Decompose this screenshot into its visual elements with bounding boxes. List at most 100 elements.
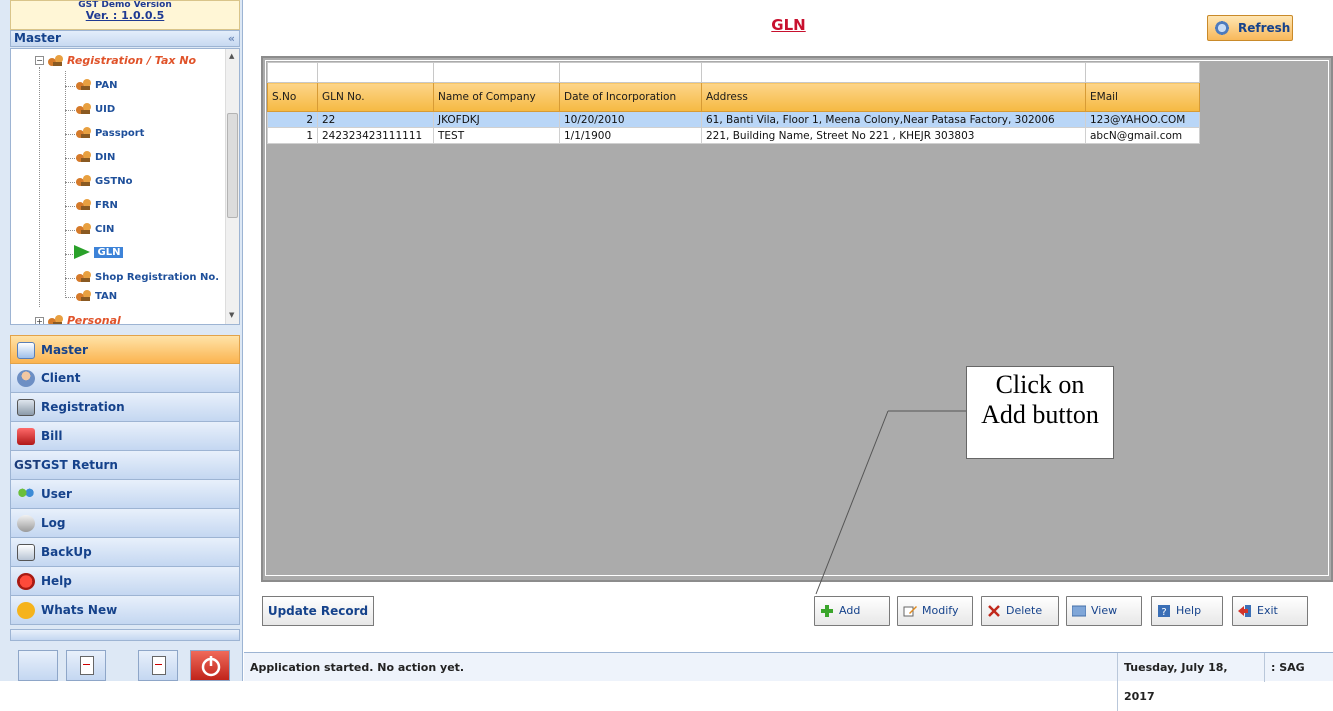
add-label: Add: [839, 604, 861, 617]
callout-line-1: Click on: [995, 370, 1085, 399]
log-icon: [17, 515, 35, 532]
tree-item-frn[interactable]: FRN: [75, 196, 118, 216]
filter-row: [267, 62, 1278, 83]
refresh-icon: [1214, 20, 1230, 36]
column-header[interactable]: Date of Incorporation: [559, 82, 702, 112]
table-row[interactable]: 1 242323423111111 TEST 1/1/1900 221, Bui…: [267, 127, 1278, 144]
filter-cell[interactable]: [559, 62, 702, 83]
blank-quick-button[interactable]: [18, 650, 58, 681]
scroll-up-icon[interactable]: ▲: [229, 52, 234, 60]
registration-icon: [17, 399, 35, 416]
document-quick-button-2[interactable]: [138, 650, 178, 681]
master-panel-header: Master «: [10, 30, 240, 47]
tree-item-pan[interactable]: PAN: [75, 76, 118, 96]
document-quick-button[interactable]: [66, 650, 106, 681]
tree-root-personal[interactable]: Personal: [47, 311, 121, 324]
document-icon: [80, 656, 94, 675]
exit-button[interactable]: Exit: [1232, 596, 1308, 626]
row-spacer: [1199, 127, 1278, 144]
tree-item-shop-registration[interactable]: Shop Registration No.: [75, 268, 219, 288]
tree-item-din[interactable]: DIN: [75, 148, 115, 168]
filter-cell[interactable]: [701, 62, 1086, 83]
help-icon: [17, 573, 35, 590]
column-header[interactable]: Address: [701, 82, 1086, 112]
tree-item-cin[interactable]: CIN: [75, 220, 114, 240]
tree-item-label: FRN: [95, 200, 118, 211]
pencil-icon: [903, 606, 917, 617]
refresh-label: Refresh: [1238, 21, 1291, 35]
data-grid: S.No GLN No. Name of Company Date of Inc…: [265, 60, 1329, 576]
tree-item-gstno[interactable]: GSTNo: [75, 172, 132, 192]
tree-item-label: CIN: [95, 224, 115, 235]
nav-client[interactable]: Client: [10, 364, 240, 393]
bill-icon: [17, 428, 35, 445]
nav-registration[interactable]: Registration: [10, 393, 240, 422]
module-nav: Master Client Registration Bill GST GST …: [10, 335, 240, 625]
tree-item-label: Shop Registration No.: [95, 272, 220, 283]
nav-gst-return[interactable]: GST GST Return: [10, 451, 240, 480]
power-button[interactable]: [190, 650, 230, 681]
column-header[interactable]: GLN No.: [317, 82, 434, 112]
refresh-button[interactable]: Refresh: [1207, 15, 1293, 41]
filter-cell[interactable]: [267, 62, 318, 83]
tree-item-tan[interactable]: TAN: [75, 287, 117, 307]
column-header[interactable]: S.No: [267, 82, 318, 112]
filter-cell[interactable]: [433, 62, 560, 83]
key-icon: [75, 78, 93, 92]
tree-root-registration[interactable]: Registration / Tax No: [47, 51, 196, 71]
nav-overflow-bar[interactable]: [10, 629, 240, 641]
exit-label: Exit: [1257, 604, 1278, 617]
help-icon: ?: [1158, 605, 1170, 617]
table-row[interactable]: 2 22 JKOFDKJ 10/20/2010 61, Banti Vila, …: [267, 111, 1278, 128]
key-icon: [47, 314, 65, 324]
nav-master[interactable]: Master: [10, 335, 240, 364]
svg-text:?: ?: [1161, 607, 1166, 617]
nav-whats-new[interactable]: Whats New: [10, 596, 240, 625]
nav-label: Client: [41, 371, 81, 385]
tree-expand-toggle[interactable]: +: [35, 317, 44, 324]
update-record-button[interactable]: Update Record: [262, 596, 374, 626]
key-icon: [75, 222, 93, 236]
key-icon: [75, 198, 93, 212]
master-icon: [17, 342, 35, 359]
annotation-callout: Click on Add button: [966, 366, 1114, 459]
key-icon: [75, 102, 93, 116]
tree-item-gln[interactable]: GLN: [73, 243, 124, 263]
view-button[interactable]: View: [1066, 596, 1142, 626]
left-panel: GST Demo Version Ver. : 1.0.0.5 Master «…: [0, 0, 243, 681]
tree-item-label: DIN: [95, 152, 116, 163]
user-icon: [17, 486, 35, 503]
tree-item-label: PAN: [95, 80, 118, 91]
filter-cell[interactable]: [1085, 62, 1200, 83]
filter-cell[interactable]: [317, 62, 434, 83]
modify-button[interactable]: Modify: [897, 596, 973, 626]
exit-icon: [1238, 605, 1251, 617]
collapse-icon[interactable]: «: [228, 31, 235, 46]
nav-user[interactable]: User: [10, 480, 240, 509]
tree-item-label: Passport: [95, 128, 145, 139]
tree-item-uid[interactable]: UID: [75, 100, 115, 120]
nav-bill[interactable]: Bill: [10, 422, 240, 451]
header-row: S.No GLN No. Name of Company Date of Inc…: [267, 82, 1278, 112]
scroll-down-icon[interactable]: ▼: [229, 311, 234, 319]
nav-label: Bill: [41, 429, 63, 443]
add-button[interactable]: Add: [814, 596, 890, 626]
version-banner: GST Demo Version: [78, 1, 172, 9]
nav-backup[interactable]: BackUp: [10, 538, 240, 567]
column-header[interactable]: Name of Company: [433, 82, 560, 112]
tree-collapse-toggle[interactable]: −: [35, 56, 44, 65]
nav-help[interactable]: Help: [10, 567, 240, 596]
page-title: GLN: [771, 16, 806, 34]
help-button[interactable]: ? Help: [1151, 596, 1223, 626]
scroll-thumb[interactable]: [227, 113, 238, 218]
main-area: GLN Refresh S.No GLN No. Name of Company…: [244, 0, 1333, 648]
nav-log[interactable]: Log: [10, 509, 240, 538]
column-header[interactable]: EMail: [1085, 82, 1200, 112]
gln-table: S.No GLN No. Name of Company Date of Inc…: [267, 62, 1278, 144]
delete-label: Delete: [1006, 604, 1043, 617]
tree-item-passport[interactable]: Passport: [75, 124, 144, 144]
quick-buttons: [0, 648, 243, 681]
tree-scrollbar[interactable]: ▲ ▼: [225, 49, 239, 324]
cell-gln: 22: [317, 111, 434, 128]
delete-button[interactable]: Delete: [981, 596, 1059, 626]
